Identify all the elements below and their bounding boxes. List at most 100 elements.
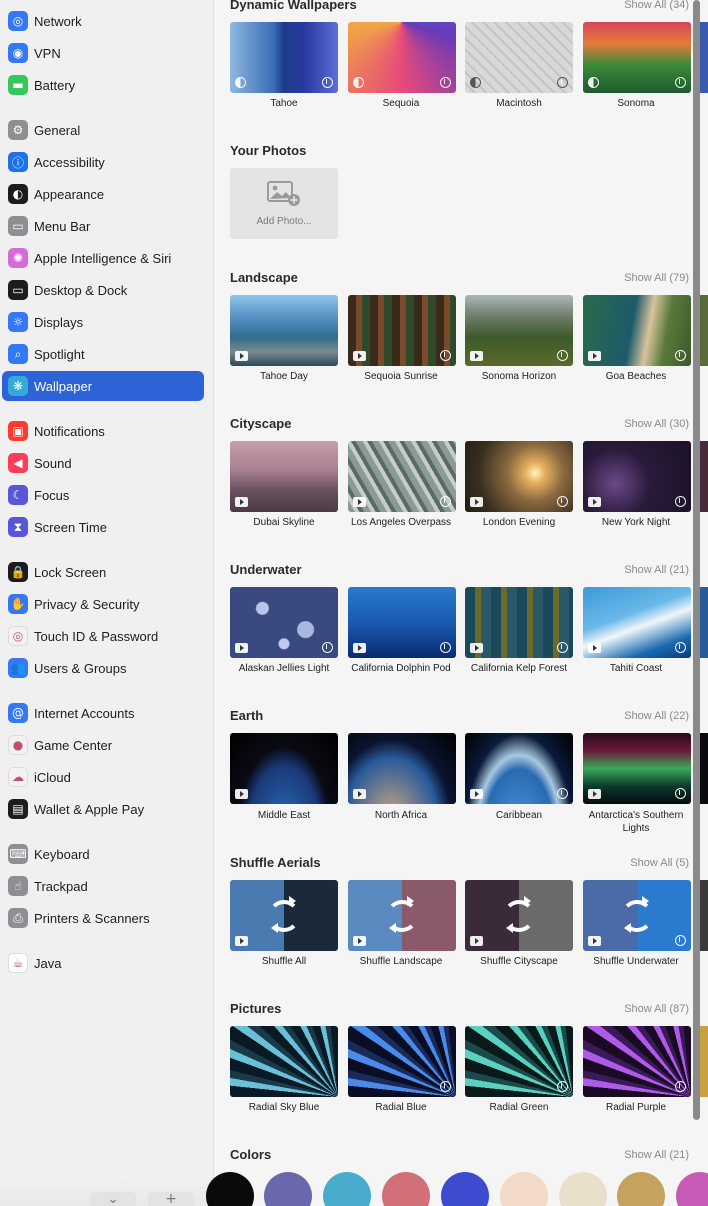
wallpaper-tile-sequoia-sunrise[interactable] bbox=[348, 295, 456, 366]
sidebar-item-menu-bar[interactable]: ▭ Menu Bar bbox=[2, 211, 204, 241]
wallpaper-tile-alaskan-jellies-light[interactable] bbox=[230, 587, 338, 658]
wallpaper-tile-shuffle-cityscape[interactable] bbox=[465, 880, 573, 951]
wallpaper-tile-dubai-skyline[interactable] bbox=[230, 441, 338, 512]
sidebar-item-label: Screen Time bbox=[34, 519, 107, 535]
wallpaper-tile-tahoe[interactable] bbox=[230, 22, 338, 93]
wallpaper-tile-sonoma[interactable] bbox=[583, 22, 691, 93]
sidebar-item-spotlight[interactable]: ⌕ Spotlight bbox=[2, 339, 204, 369]
sidebar-item-sound[interactable]: ◀ Sound bbox=[2, 448, 204, 478]
sidebar-item-label: Printers & Scanners bbox=[34, 910, 150, 926]
hand-icon: ✋ bbox=[8, 594, 28, 614]
sidebar-item-java[interactable]: ☕ Java bbox=[2, 948, 204, 978]
show-all-underwater[interactable]: Show All (21) bbox=[624, 564, 689, 576]
shuffle-icon bbox=[386, 896, 418, 933]
remove-button[interactable]: ⌄ bbox=[90, 1192, 136, 1206]
show-all-landscape[interactable]: Show All (79) bbox=[624, 272, 689, 284]
show-all-pictures[interactable]: Show All (87) bbox=[624, 1003, 689, 1015]
sidebar-item-wallpaper[interactable]: ❋ Wallpaper bbox=[2, 371, 204, 401]
show-all-cityscape[interactable]: Show All (30) bbox=[624, 418, 689, 430]
sidebar-item-privacy-security[interactable]: ✋ Privacy & Security bbox=[2, 589, 204, 619]
wallet-icon: ▤ bbox=[8, 799, 28, 819]
tile-label: Caribbean bbox=[495, 810, 543, 821]
wallpaper-tile-radial-sky-blue[interactable] bbox=[230, 1026, 338, 1097]
download-icon bbox=[557, 496, 568, 507]
show-all-colors[interactable]: Show All (21) bbox=[624, 1149, 689, 1161]
wallpaper-tile-goa-beaches[interactable] bbox=[583, 295, 691, 366]
section-title-earth: Earth bbox=[230, 708, 264, 723]
wallpaper-tile-radial-purple[interactable] bbox=[583, 1026, 691, 1097]
vpn-icon: ◉ bbox=[8, 43, 28, 63]
wallpaper-tile-caribbean[interactable] bbox=[465, 733, 573, 804]
video-icon bbox=[235, 351, 248, 361]
wallpaper-tile-tahoe-day[interactable] bbox=[230, 295, 338, 366]
sidebar-item-game-center[interactable]: ● Game Center bbox=[2, 730, 204, 760]
gear-icon: ⚙ bbox=[8, 120, 28, 140]
download-icon bbox=[557, 788, 568, 799]
video-icon bbox=[235, 497, 248, 507]
siri-icon: ✺ bbox=[8, 248, 28, 268]
show-all-earth[interactable]: Show All (22) bbox=[624, 710, 689, 722]
video-icon bbox=[235, 789, 248, 799]
show-all-shuffle[interactable]: Show All (5) bbox=[630, 857, 689, 869]
wallpaper-tile-california-kelp-forest[interactable] bbox=[465, 587, 573, 658]
wallpaper-tile-tahiti-coast[interactable] bbox=[583, 587, 691, 658]
sidebar-item-focus[interactable]: ☾ Focus bbox=[2, 480, 204, 510]
sidebar-item-label: Focus bbox=[34, 487, 70, 503]
section-title-pictures: Pictures bbox=[230, 1001, 282, 1016]
sidebar-item-label: Wallpaper bbox=[34, 378, 93, 394]
sidebar: ◎ Network ◉ VPN ▬ Battery ⚙ General ⓘ Accessibili… bbox=[0, 0, 214, 1206]
sidebar-item-notifications[interactable]: ▣ Notifications bbox=[2, 416, 204, 446]
wallpaper-tile-shuffle-all[interactable] bbox=[230, 880, 338, 951]
wallpaper-tile-radial-green[interactable] bbox=[465, 1026, 573, 1097]
sidebar-item-network[interactable]: ◎ Network bbox=[2, 6, 204, 36]
sidebar-item-general[interactable]: ⚙ General bbox=[2, 115, 204, 145]
wallpaper-tile-los-angeles-overpass[interactable] bbox=[348, 441, 456, 512]
show-all-dynamic[interactable]: Show All (34) bbox=[624, 0, 689, 11]
sidebar-item-displays[interactable]: ☼ Displays bbox=[2, 307, 204, 337]
tile-label: Dubai Skyline bbox=[253, 517, 315, 528]
tile-label: Macintosh bbox=[496, 98, 542, 109]
sidebar-item-keyboard[interactable]: ⌨ Keyboard bbox=[2, 839, 204, 869]
sidebar-item-wallet-apple-pay[interactable]: ▤ Wallet & Apple Pay bbox=[2, 794, 204, 824]
wallpaper-tile-new-york-night[interactable] bbox=[583, 441, 691, 512]
wallpaper-tile-north-africa[interactable] bbox=[348, 733, 456, 804]
add-button[interactable]: + bbox=[148, 1192, 194, 1206]
wallpaper-tile-sonoma-horizon[interactable] bbox=[465, 295, 573, 366]
sidebar-item-label: General bbox=[34, 122, 81, 138]
add-photo-button[interactable]: Add Photo... bbox=[230, 168, 338, 239]
sidebar-item-trackpad[interactable]: ☝ Trackpad bbox=[2, 871, 204, 901]
sidebar-item-label: Displays bbox=[34, 314, 84, 330]
wallpaper-tile-middle-east[interactable] bbox=[230, 733, 338, 804]
wallpaper-tile-california-dolphin-pod[interactable] bbox=[348, 587, 456, 658]
sidebar-item-accessibility[interactable]: ⓘ Accessibility bbox=[2, 147, 204, 177]
vertical-scrollbar[interactable] bbox=[693, 0, 700, 1120]
wallpaper-tile-shuffle-underwater[interactable] bbox=[583, 880, 691, 951]
network-icon: ◎ bbox=[8, 11, 28, 31]
sidebar-item-label: Lock Screen bbox=[34, 564, 107, 580]
sidebar-item-appearance[interactable]: ◐ Appearance bbox=[2, 179, 204, 209]
sidebar-item-users-groups[interactable]: 👥 Users & Groups bbox=[2, 653, 204, 683]
wallpaper-tile-radial-blue[interactable] bbox=[348, 1026, 456, 1097]
sidebar-item-lock-screen[interactable]: 🔒 Lock Screen bbox=[2, 557, 204, 587]
video-icon bbox=[470, 789, 483, 799]
sidebar-item-icloud[interactable]: ☁ iCloud bbox=[2, 762, 204, 792]
keyboard-icon: ⌨ bbox=[8, 844, 28, 864]
sidebar-item-battery[interactable]: ▬ Battery bbox=[2, 70, 204, 100]
wallpaper-tile-sequoia[interactable] bbox=[348, 22, 456, 93]
download-icon bbox=[675, 642, 686, 653]
wallpaper-tile-antarctica-southern-lights[interactable] bbox=[583, 733, 691, 804]
sidebar-item-vpn[interactable]: ◉ VPN bbox=[2, 38, 204, 68]
wallpaper-tile-macintosh[interactable] bbox=[465, 22, 573, 93]
sidebar-item-desktop-dock[interactable]: ▭ Desktop & Dock bbox=[2, 275, 204, 305]
wallpaper-tile-shuffle-landscape[interactable] bbox=[348, 880, 456, 951]
sidebar-item-apple-intelligence-siri[interactable]: ✺ Apple Intelligence & Siri bbox=[2, 243, 204, 273]
sidebar-item-printers-scanners[interactable]: ⎙ Printers & Scanners bbox=[2, 903, 204, 933]
sidebar-item-label: Privacy & Security bbox=[34, 596, 140, 612]
video-icon bbox=[353, 936, 366, 946]
wallpaper-tile-london-evening[interactable] bbox=[465, 441, 573, 512]
sidebar-item-internet-accounts[interactable]: @ Internet Accounts bbox=[2, 698, 204, 728]
dynamic-icon bbox=[470, 77, 481, 88]
sidebar-item-touch-id-password[interactable]: ◎ Touch ID & Password bbox=[2, 621, 204, 651]
sidebar-item-screen-time[interactable]: ⧗ Screen Time bbox=[2, 512, 204, 542]
next-tile-peek bbox=[700, 733, 708, 804]
